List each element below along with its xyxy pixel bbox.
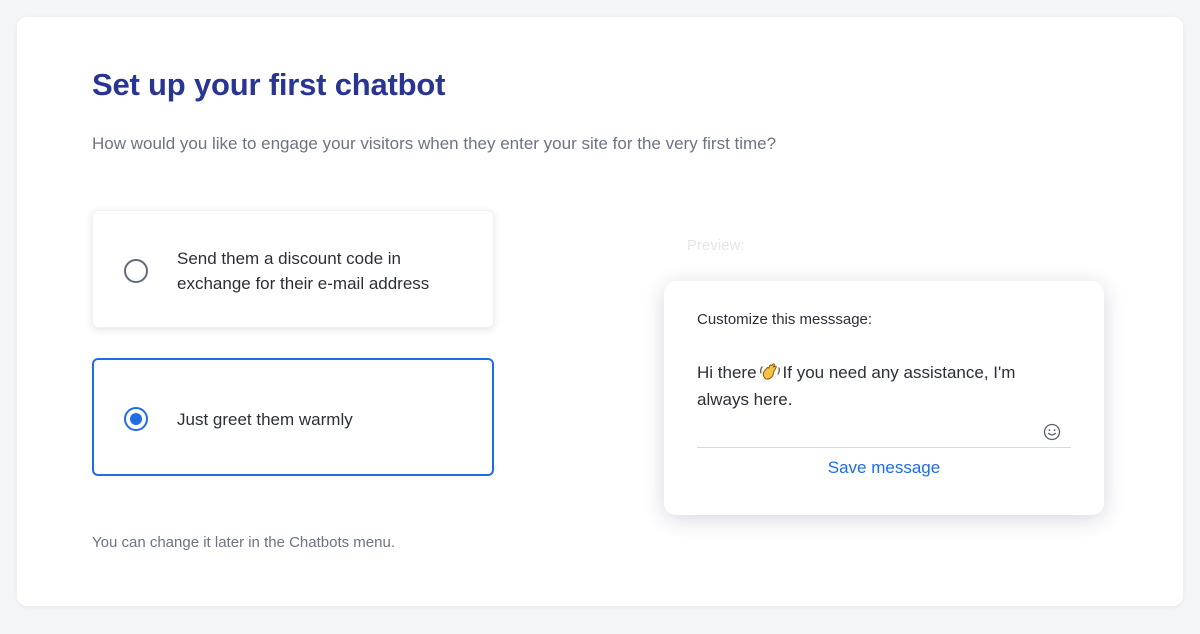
page-subtitle: How would you like to engage your visito…: [92, 134, 777, 153]
option-label: Just greet them warmly: [177, 410, 353, 429]
radio-unselected[interactable]: [124, 259, 148, 283]
option-label: Send them a discount code in exchange fo…: [177, 249, 430, 293]
message-text: Hi there If you need any assistance, I'm…: [697, 359, 1047, 413]
setup-card: Set up your first chatbot How would you …: [17, 17, 1183, 606]
message-field[interactable]: Hi there If you need any assistance, I'm…: [697, 359, 1071, 448]
message-greeting: Hi there: [697, 363, 757, 382]
save-message-button[interactable]: Save message: [664, 458, 1104, 478]
waving-hand-icon: [759, 363, 780, 380]
option-greet-warmly[interactable]: Just greet them warmly: [92, 358, 494, 476]
footnote: You can change it later in the Chatbots …: [92, 534, 395, 551]
customize-label: Customize this messsage:: [697, 311, 873, 328]
preview-card: Customize this messsage: Hi there If you…: [664, 281, 1104, 515]
option-discount-code[interactable]: Send them a discount code in exchange fo…: [92, 210, 494, 328]
smiley-icon[interactable]: [1043, 423, 1061, 441]
radio-dot: [130, 413, 142, 425]
preview-label: Preview:: [687, 237, 745, 254]
radio-selected[interactable]: [124, 407, 148, 431]
page-title: Set up your first chatbot: [92, 67, 446, 102]
